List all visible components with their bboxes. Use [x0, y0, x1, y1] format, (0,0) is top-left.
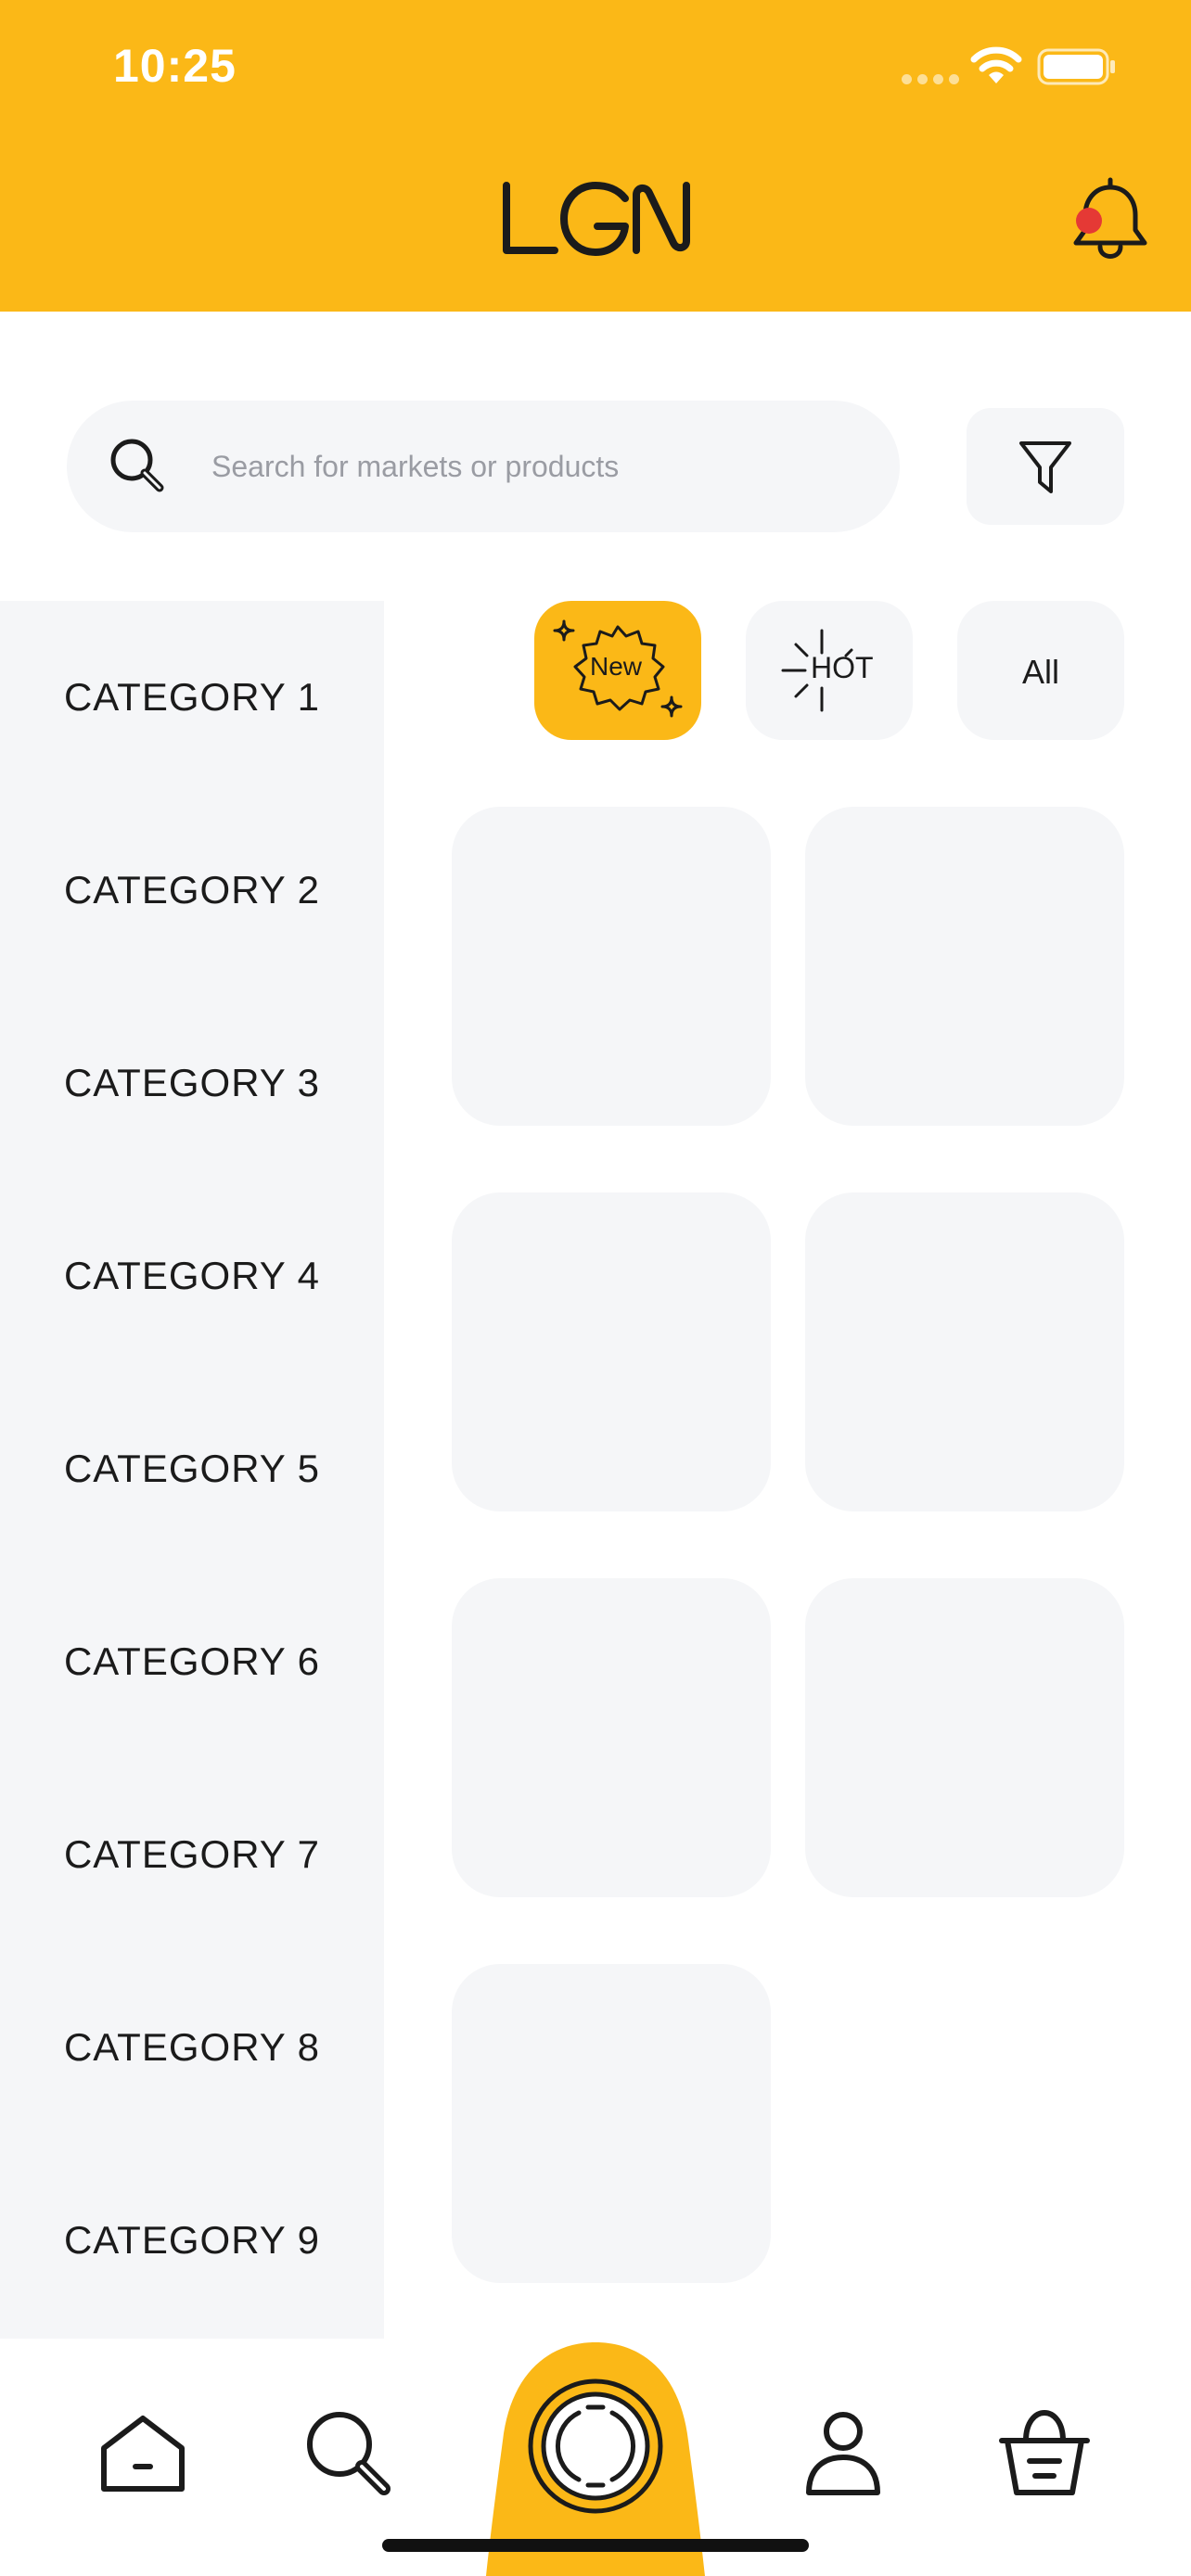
product-card[interactable]	[452, 1964, 771, 2283]
home-icon[interactable]	[98, 2413, 187, 2494]
product-card[interactable]	[805, 807, 1124, 1126]
profile-icon[interactable]	[803, 2409, 883, 2498]
category-item-9[interactable]: CATEGORY 9	[0, 2144, 384, 2337]
lgn-logo	[503, 182, 690, 256]
product-card[interactable]	[452, 807, 771, 1126]
chip-label-new: New	[590, 652, 643, 681]
cellular-signal-icon	[902, 74, 959, 87]
status-time: 10:25	[113, 40, 237, 92]
category-item-2[interactable]: CATEGORY 2	[0, 794, 384, 987]
chip-label-all: All	[1021, 653, 1059, 691]
filter-chip-new[interactable]: New	[534, 601, 701, 740]
category-item-4[interactable]: CATEGORY 4	[0, 1180, 384, 1372]
basket-icon[interactable]	[998, 2407, 1091, 2500]
battery-icon	[1037, 48, 1115, 85]
product-card[interactable]	[452, 1578, 771, 1897]
wifi-icon	[970, 46, 1022, 83]
product-card[interactable]	[452, 1192, 771, 1511]
notification-dot	[1076, 208, 1102, 234]
notification-bell-icon[interactable]	[1069, 174, 1152, 263]
filter-button[interactable]	[967, 408, 1124, 525]
search-bar[interactable]	[67, 401, 900, 532]
product-card[interactable]	[805, 1578, 1124, 1897]
search-input[interactable]	[211, 401, 861, 532]
category-item-7[interactable]: CATEGORY 7	[0, 1758, 384, 1951]
category-item-8[interactable]: CATEGORY 8	[0, 1951, 384, 2144]
category-item-5[interactable]: CATEGORY 5	[0, 1372, 384, 1565]
filter-chip-all[interactable]: All	[957, 601, 1124, 740]
app-header: 10:25	[0, 0, 1191, 312]
category-item-6[interactable]: CATEGORY 6	[0, 1565, 384, 1758]
category-item-3[interactable]: CATEGORY 3	[0, 987, 384, 1180]
category-sidebar: CATEGORY 1 CATEGORY 2 CATEGORY 3 CATEGOR…	[0, 601, 384, 2339]
product-card[interactable]	[805, 1192, 1124, 1511]
search-icon	[110, 439, 164, 492]
scan-icon[interactable]	[525, 2376, 666, 2517]
search-tab-icon[interactable]	[302, 2407, 393, 2498]
chip-label-hot: HOT	[811, 651, 874, 684]
filter-chip-hot[interactable]: HOT	[746, 601, 913, 740]
category-item-1[interactable]: CATEGORY 1	[0, 601, 384, 794]
filter-icon	[1019, 441, 1071, 493]
home-indicator	[382, 2539, 809, 2552]
